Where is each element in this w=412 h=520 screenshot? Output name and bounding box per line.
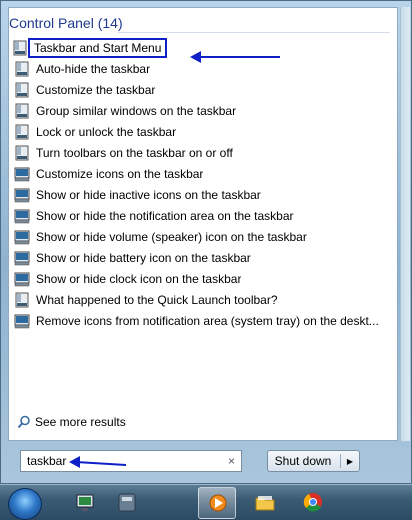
notification-area-icon (14, 229, 30, 245)
result-item[interactable]: Taskbar and Start Menu (7, 37, 389, 58)
start-orb-button[interactable] (8, 488, 42, 520)
taskbar-settings-icon (12, 40, 28, 56)
result-item[interactable]: Remove icons from notification area (sys… (9, 310, 389, 331)
result-item-label: What happened to the Quick Launch toolba… (36, 292, 278, 307)
see-more-label: See more results (35, 415, 126, 429)
taskbar-button-app[interactable] (108, 487, 146, 519)
notification-area-icon (14, 250, 30, 266)
shutdown-options-arrow-icon[interactable]: ▶ (341, 457, 359, 466)
result-item-label: Customize icons on the taskbar (36, 166, 204, 181)
result-item-label: Show or hide inactive icons on the taskb… (36, 187, 261, 202)
result-item-label: Remove icons from notification area (sys… (36, 313, 379, 328)
taskbar-button-chrome[interactable] (294, 487, 332, 519)
taskbar-button-media-player[interactable] (198, 487, 236, 519)
result-item[interactable]: Show or hide the notification area on th… (9, 205, 389, 226)
taskbar-settings-icon (14, 292, 30, 308)
result-item[interactable]: Show or hide clock icon on the taskbar (9, 268, 389, 289)
result-item-label: Taskbar and Start Menu (28, 37, 168, 58)
remote-desktop-icon (76, 494, 94, 511)
result-item[interactable]: Show or hide volume (speaker) icon on th… (9, 226, 389, 247)
result-item[interactable]: Turn toolbars on the taskbar on or off (9, 142, 389, 163)
result-item[interactable]: Show or hide battery icon on the taskbar (9, 247, 389, 268)
taskbar-settings-icon (14, 145, 30, 161)
result-item-label: Group similar windows on the taskbar (36, 103, 237, 118)
taskbar-settings-icon (14, 61, 30, 77)
taskbar-settings-icon (14, 124, 30, 140)
result-item-label: Lock or unlock the taskbar (36, 124, 177, 139)
shutdown-label: Shut down (268, 454, 341, 468)
result-item[interactable]: Lock or unlock the taskbar (9, 121, 389, 142)
notification-area-icon (14, 208, 30, 224)
result-item[interactable]: What happened to the Quick Launch toolba… (9, 289, 389, 310)
magnifier-icon (17, 415, 30, 429)
result-item-label: Customize the taskbar (36, 82, 156, 97)
taskbar-settings-icon (14, 82, 30, 98)
taskbar-button-remote-desktop[interactable] (66, 487, 104, 519)
file-explorer-icon (255, 496, 275, 511)
result-item-label: Turn toolbars on the taskbar on or off (36, 145, 233, 160)
notification-area-icon (14, 187, 30, 203)
shutdown-button[interactable]: Shut down ▶ (267, 450, 360, 472)
control-panel-header-label: Control Panel (14) (9, 15, 123, 31)
result-item[interactable]: Customize icons on the taskbar (9, 163, 389, 184)
result-item[interactable]: Customize the taskbar (9, 79, 389, 100)
result-item-label: Auto-hide the taskbar (36, 61, 151, 76)
group-divider (118, 32, 390, 33)
result-item-label: Show or hide the notification area on th… (36, 208, 294, 223)
result-item-label: Show or hide battery icon on the taskbar (36, 250, 251, 265)
media-player-icon (209, 494, 227, 512)
control-panel-group-header[interactable]: Control Panel (14) (9, 15, 123, 31)
notification-area-icon (14, 166, 30, 182)
taskbar-settings-icon (14, 103, 30, 119)
app-icon (118, 493, 136, 512)
chrome-icon (303, 493, 322, 512)
clear-search-icon[interactable]: × (228, 454, 235, 468)
result-item[interactable]: Show or hide inactive icons on the taskb… (9, 184, 389, 205)
control-panel-results-list: Taskbar and Start Menu Auto-hide the task… (9, 37, 389, 331)
start-search-input[interactable]: taskbar × (20, 450, 242, 472)
search-value: taskbar (27, 454, 67, 468)
notification-area-icon (14, 271, 30, 287)
result-item[interactable]: Auto-hide the taskbar (9, 58, 389, 79)
taskbar-button-file-explorer[interactable] (246, 487, 284, 519)
result-item-label: Show or hide volume (speaker) icon on th… (36, 229, 307, 244)
result-item[interactable]: Group similar windows on the taskbar (9, 100, 389, 121)
results-scroll-edge (400, 7, 410, 441)
see-more-results-link[interactable]: See more results (17, 415, 126, 429)
notification-area-icon (14, 313, 30, 329)
result-item-label: Show or hide clock icon on the taskbar (36, 271, 242, 286)
